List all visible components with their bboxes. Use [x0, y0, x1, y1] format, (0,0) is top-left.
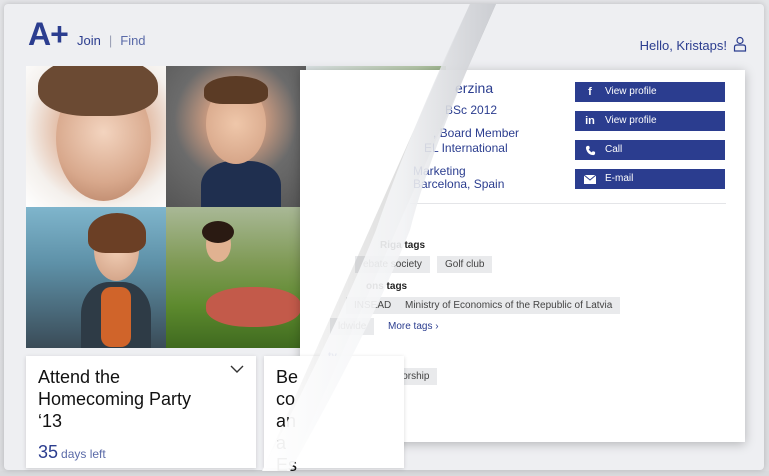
user-icon[interactable] [733, 36, 747, 52]
section-title: Riga tags [380, 240, 426, 251]
more-tags-link[interactable]: More tags › [388, 321, 439, 332]
profile-name: erzina [455, 80, 494, 96]
panel-divider [410, 203, 726, 204]
facebook-view-profile-button[interactable]: f View profile [575, 82, 725, 102]
chevron-down-icon[interactable] [230, 364, 244, 374]
email-icon [583, 169, 597, 191]
linkedin-view-profile-button[interactable]: in View profile [575, 111, 725, 131]
linkedin-icon: in [585, 115, 595, 127]
tag[interactable]: INSEAD [346, 297, 400, 314]
profile-degree: BSc 2012 [445, 103, 498, 117]
member-photo[interactable] [26, 207, 166, 348]
profile-company: EL International [424, 141, 508, 155]
profile-field: Marketing [413, 164, 466, 178]
event-title: Attend the Homecoming Party ‘13 [38, 367, 192, 431]
tag[interactable]: Golf club [437, 256, 493, 273]
nav-separator: | [108, 33, 113, 48]
facebook-icon: f [588, 86, 592, 98]
member-photo[interactable] [26, 66, 166, 207]
event-card[interactable]: Attend the Homecoming Party ‘13 35 days l… [26, 356, 256, 468]
tag[interactable]: Ministry of Economics of the Republic of… [397, 297, 621, 314]
tag[interactable]: ebate society [355, 256, 430, 273]
call-button[interactable]: Call [575, 140, 725, 160]
greeting[interactable]: Hello, Kristaps! [640, 38, 727, 53]
top-nav: Join | Find [77, 33, 146, 48]
nav-join[interactable]: Join [77, 33, 101, 48]
email-button[interactable]: E-mail [575, 169, 725, 189]
logo[interactable]: A+ [28, 16, 69, 53]
section-title: ons tags [366, 281, 408, 292]
event-card[interactable]: Beco ana Es [264, 356, 404, 475]
event-title: Beco ana Es [276, 367, 299, 475]
profile-role: , Board Member [433, 126, 520, 140]
tag[interactable]: ldwide [330, 318, 375, 335]
phone-icon [583, 140, 597, 163]
app-page: A+ Join | Find Hello, Kristaps! erzina B… [0, 0, 769, 475]
member-photo[interactable] [166, 66, 306, 207]
member-photo[interactable] [166, 207, 306, 348]
profile-location: Barcelona, Spain [413, 177, 505, 191]
nav-find[interactable]: Find [120, 33, 145, 48]
event-countdown: 35 days left [38, 442, 106, 462]
